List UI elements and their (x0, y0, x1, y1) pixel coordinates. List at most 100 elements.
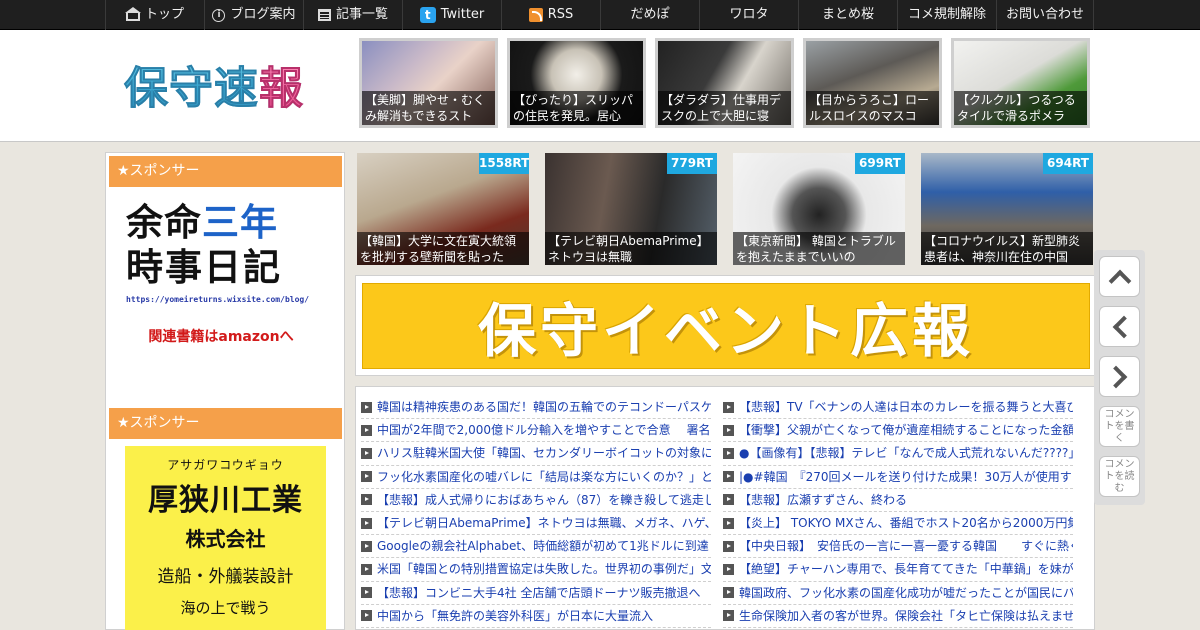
nav-label: トップ (144, 7, 184, 22)
rt-count-badge: 699RT (855, 153, 905, 174)
list-item[interactable]: ●【画像有】【悲報】テレビ「なんで成人式荒れないんだ????」 (723, 442, 1073, 466)
write-comment-button[interactable]: コメントを書く (1099, 406, 1140, 447)
nav-item-matome-sakura[interactable]: まとめ桜 (798, 0, 897, 30)
arrow-icon (723, 447, 734, 459)
featured-thumb-caption: 【ダラダラ】仕事用デスクの上で大胆に寝 (658, 91, 791, 125)
arrow-icon (361, 401, 372, 413)
site-header: 保守速報 【美脚】脚やせ・むくみ解消もできるスト 【ぴったり】スリッパの住民を発… (0, 30, 1200, 142)
nav-item-twitter[interactable]: t Twitter (402, 0, 501, 30)
nav-label: Twitter (440, 7, 485, 22)
nav-item-comment-unblock[interactable]: コメ規制解除 (897, 0, 996, 30)
sponsor-ad-asagawa[interactable]: アサガワコウギョウ 厚狭川工業 株式会社 造船・外艤装設計 海の上で戦う (125, 446, 326, 630)
nav-label: ワロタ (729, 7, 769, 22)
list-item[interactable]: ハリス駐韓米国大使「韓国、セカンダリーボイコットの対象に (361, 442, 711, 466)
nav-item-blog-guide[interactable]: i ブログ案内 (204, 0, 303, 30)
list-item[interactable]: 生命保険加入者の客が世界。保険会社「タヒ亡保険は払えません (723, 605, 1073, 628)
rt-count-badge: 694RT (1043, 153, 1093, 174)
list-item[interactable]: 【悲報】TV「ベナンの人達は日本のカレーを振る舞うと大喜び (723, 396, 1073, 420)
featured-thumb[interactable]: 【目からうろこ】ロールスロイスのマスコ (803, 38, 942, 128)
chevron-left-icon (1112, 315, 1135, 338)
event-banner-frame[interactable]: 保守イベント広報 (355, 275, 1095, 376)
antenna-link-list: 韓国は精神疾患のある国だ！韓国の五輪でのテコンドーパスケット 中国が2年間で2,… (355, 386, 1095, 630)
arrow-icon (361, 540, 372, 552)
ad-headline: 余命三年 (126, 201, 278, 244)
featured-thumb[interactable]: 【ダラダラ】仕事用デスクの上で大胆に寝 (655, 38, 794, 128)
event-banner[interactable]: 保守イベント広報 (362, 283, 1090, 369)
sponsor-ad-yomei[interactable]: 余命三年 時事日記 https://yomeireturns.wixsite.c… (126, 201, 326, 346)
featured-thumb-caption: 【クルクル】つるつるタイルで滑るポメラ (954, 91, 1087, 125)
list-item[interactable]: 【中央日報】 安倍氏の一言に一喜一憂する韓国 すぐに熱く (723, 535, 1073, 559)
next-article-button[interactable] (1099, 356, 1140, 397)
amazon-link[interactable]: 関連書籍はamazonへ (126, 326, 316, 346)
list-item[interactable]: 【炎上】 TOKYO MXさん、番組でホスト20名から2000万円集め (723, 512, 1073, 536)
list-item[interactable]: 【衝撃】父親が亡くなって俺が遺産相続することになった金額が (723, 419, 1073, 443)
list-item[interactable]: 韓国は精神疾患のある国だ！韓国の五輪でのテコンドーパスケット (361, 396, 711, 420)
rss-icon (528, 8, 543, 22)
top-nav-bar: トップ i ブログ案内 記事一覧 t Twitter RSS だめぽ ワロタ ま… (0, 0, 1200, 30)
rt-count-badge: 1558RT (479, 153, 529, 174)
arrow-icon (361, 563, 372, 575)
arrow-icon (361, 517, 372, 529)
nav-label: 記事一覧 (335, 7, 388, 22)
ad-company-type: 株式会社 (185, 527, 266, 551)
featured-thumb[interactable]: 【クルクル】つるつるタイルで滑るポメラ (951, 38, 1090, 128)
nav-label: だめぽ (630, 7, 670, 22)
list-item[interactable]: 中国から「無免許の美容外科医」が日本に大量流入 (361, 605, 711, 628)
nav-label: ブログ案内 (230, 7, 296, 22)
list-item[interactable]: 【テレビ朝日AbemaPrime】ネトウヨは無職、メガネ、ハゲ、デブ (361, 512, 711, 536)
arrow-icon (723, 587, 734, 599)
rt-thumb[interactable]: 1558RT 【韓国】大学に文在寅大統領を批判する壁新聞を貼った (357, 153, 529, 265)
logo-text-main: 保守速 (124, 63, 259, 115)
list-item[interactable]: 【悲報】成人式帰りにおばあちゃん（87）を轢き殺して逃走した (361, 489, 711, 512)
read-comment-label: コメントを読む (1104, 458, 1135, 494)
featured-thumb[interactable]: 【美脚】脚やせ・むくみ解消もできるスト (359, 38, 498, 128)
arrow-icon (723, 401, 734, 413)
nav-item-rss[interactable]: RSS (501, 0, 600, 30)
list-item[interactable]: 韓国政府、フッ化水素の国産化成功が嘘だったことが国民にバレ (723, 582, 1073, 605)
info-icon: i (212, 8, 226, 22)
chevron-right-icon (1104, 365, 1127, 388)
ad-service: 造船・外艤装設計 (157, 567, 294, 587)
site-logo[interactable]: 保守速報 (124, 52, 304, 116)
rt-thumb[interactable]: 779RT 【テレビ朝日AbemaPrime】ネトウヨは無職 (545, 153, 717, 265)
nav-item-contact[interactable]: お問い合わせ (996, 0, 1094, 30)
list-item[interactable]: 中国が2年間で2,000億ドル分輸入を増やすことで合意 署名式 (361, 419, 711, 443)
prev-article-button[interactable] (1099, 306, 1140, 347)
arrow-icon (361, 610, 372, 622)
arrow-icon (723, 563, 734, 575)
nav-item-damepo[interactable]: だめぽ (600, 0, 699, 30)
featured-thumb-caption: 【美脚】脚やせ・むくみ解消もできるスト (362, 91, 495, 125)
list-item[interactable]: フッ化水素国産化の嘘バレに「結局は楽な方にいくのか？」との声 (361, 466, 711, 489)
ad-company-name: 厚狭川工業 (148, 483, 303, 518)
rt-thumb[interactable]: 699RT 【東京新聞】 韓国とトラブルを抱えたままでいいの (733, 153, 905, 265)
featured-thumb[interactable]: 【ぴったり】スリッパの住民を発見。居心 (507, 38, 646, 128)
list-item[interactable]: Googleの親会社Alphabet、時価総額が初めて1兆ドルに到達して (361, 535, 711, 559)
nav-item-article-list[interactable]: 記事一覧 (303, 0, 402, 30)
scroll-top-button[interactable] (1099, 256, 1140, 297)
arrow-icon (361, 447, 372, 459)
chevron-up-icon (1108, 269, 1131, 292)
list-item[interactable]: 【悲報】広瀬すずさん、終わる (723, 489, 1073, 512)
list-item[interactable]: 【悲報】コンビニ大手4社 全店舗で店頭ドーナツ販売撤退へ (361, 582, 711, 605)
sponsor-heading: ★スポンサー (109, 408, 342, 439)
nav-item-top[interactable]: トップ (105, 0, 204, 30)
ad-url: https://yomeireturns.wixsite.com/blog/ (126, 295, 310, 304)
ad-kana: アサガワコウギョウ (167, 458, 284, 472)
list-icon (317, 9, 331, 21)
rt-thumb-caption: 【コロナウイルス】新型肺炎患者は、神奈川在住の中国 (921, 232, 1093, 265)
arrow-icon (723, 540, 734, 552)
arrow-icon (361, 424, 372, 436)
list-item[interactable]: 米国「韓国との特別措置協定は失敗した。世界初の事例だ」文在 (361, 558, 711, 582)
floating-action-panel: コメントを書く コメントを読む (1094, 250, 1145, 505)
read-comment-button[interactable]: コメントを読む (1099, 456, 1140, 497)
link-column-left: 韓国は精神疾患のある国だ！韓国の五輪でのテコンドーパスケット 中国が2年間で2,… (361, 396, 711, 628)
twitter-icon: t (419, 7, 436, 23)
nav-item-warota[interactable]: ワロタ (699, 0, 798, 30)
nav-label: コメ規制解除 (907, 7, 986, 22)
list-item[interactable]: 【絶望】チャーハン専用で、長年育ててきた「中華鍋」を妹が (723, 558, 1073, 582)
top-nav-menu: トップ i ブログ案内 記事一覧 t Twitter RSS だめぽ ワロタ ま… (105, 0, 1094, 30)
ad-headline-2: 時事日記 (126, 246, 282, 289)
list-item[interactable]: |●#韓国 『270回メールを送り付けた成果！30万人が使用する (723, 466, 1073, 489)
rt-thumb[interactable]: 694RT 【コロナウイルス】新型肺炎患者は、神奈川在住の中国 (921, 153, 1093, 265)
rt-count-badge: 779RT (667, 153, 717, 174)
